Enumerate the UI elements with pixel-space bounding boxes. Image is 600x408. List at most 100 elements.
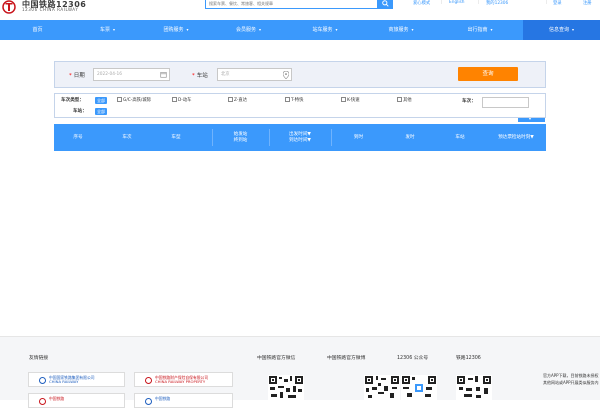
- site-search-button[interactable]: [378, 0, 393, 9]
- column-header: 车站: [455, 134, 465, 140]
- nav-label: 商旅服务: [388, 27, 409, 33]
- nav-item-info[interactable]: 信息查询 ▾: [523, 20, 600, 40]
- qr-code-icon: [268, 375, 304, 400]
- register-link[interactable]: 注册: [583, 0, 592, 6]
- friend-links-title: 友情链接: [29, 356, 49, 361]
- checkbox[interactable]: [285, 97, 290, 102]
- partner-logo-icon: [145, 398, 152, 405]
- qr-code-icon: [401, 375, 437, 400]
- train-type-label: 车次类型：: [61, 98, 84, 103]
- column-header-sortable[interactable]: 出发时间▼ 到达时间▼: [269, 124, 331, 151]
- checkbox[interactable]: [117, 97, 122, 102]
- chevron-down-icon: ▾: [411, 27, 414, 32]
- chevron-down-icon: ▾: [113, 27, 116, 32]
- chevron-down-icon: ▾: [335, 27, 338, 32]
- site-search-box: [205, 0, 378, 9]
- nav-label: 车票: [99, 27, 110, 33]
- train-type-option[interactable]: T-特快: [285, 97, 303, 103]
- partner-logo-icon: [145, 377, 152, 384]
- date-label-text: 日期: [73, 73, 85, 79]
- chevron-down-icon: ▾: [490, 27, 493, 32]
- column-header: 到时: [353, 134, 364, 140]
- chevron-down-icon: ▾: [572, 27, 575, 32]
- station-all-button[interactable]: 全部: [95, 108, 107, 115]
- nav-item-group[interactable]: 团购服务 ▾: [140, 20, 212, 40]
- train-type-option[interactable]: 其他: [397, 97, 412, 103]
- station-placeholder: 北京: [221, 72, 230, 77]
- partner-link[interactable]: 中国国家铁路集团有限公司 CHINA RAILWAY: [28, 372, 125, 387]
- qr-code-icon: [456, 375, 492, 400]
- care-mode-link[interactable]: 爱心模式: [413, 0, 430, 6]
- partner-logo-icon: [39, 398, 46, 405]
- my-12306-link[interactable]: 我的12306: [486, 0, 508, 6]
- chevron-down-icon: ▾: [186, 27, 189, 32]
- train-no-label: 车次：: [462, 99, 476, 104]
- chevron-down-icon: ▾: [529, 116, 532, 121]
- nav-item-tickets[interactable]: 车票 ▾: [75, 20, 140, 40]
- station-label-text: 车站: [196, 73, 208, 79]
- date-input[interactable]: 2022-04-16: [93, 68, 170, 81]
- logo-subtitle: 12306 CHINA RAILWAY: [22, 7, 79, 12]
- checkbox[interactable]: [341, 97, 346, 102]
- nav-label: 站车服务: [312, 27, 333, 33]
- column-header: 发时: [405, 134, 415, 140]
- train-type-option[interactable]: Z-直达: [228, 97, 247, 103]
- qr-title: 中国铁路官方微博: [327, 356, 366, 361]
- checkbox[interactable]: [228, 97, 233, 102]
- station-label: * 车站: [192, 73, 208, 79]
- train-type-option[interactable]: G/C-高铁/城际: [117, 97, 151, 103]
- nav-label: 信息查询: [548, 27, 569, 33]
- column-header-sortable[interactable]: 预达票检站时刻▼: [486, 124, 546, 151]
- calendar-icon[interactable]: [160, 71, 167, 78]
- results-table-header: 序号 车次 车型 始发站 终到站 出发时间▼ 到达时间▼ 到时 发时 车站 预达…: [54, 124, 546, 151]
- location-pin-icon: [283, 71, 289, 79]
- date-label: * 日期: [69, 73, 85, 79]
- nav-item-home[interactable]: 首页: [0, 20, 75, 40]
- train-type-option[interactable]: K-快速: [341, 97, 360, 103]
- top-header: 中国铁路12306 12306 CHINA RAILWAY 爱心模式 | Eng…: [0, 0, 600, 20]
- nav-item-member[interactable]: 会员服务 ▾: [212, 20, 285, 40]
- nav-item-business[interactable]: 商旅服务 ▾: [365, 20, 437, 40]
- column-header: 车次: [122, 134, 132, 140]
- checkbox[interactable]: [397, 97, 402, 102]
- column-header: 序号: [73, 134, 83, 140]
- divider: |: [478, 0, 480, 5]
- partner-link[interactable]: 中国铁路: [28, 393, 125, 408]
- language-link[interactable]: English: [449, 0, 465, 5]
- partner-link[interactable]: 中国铁路: [134, 393, 233, 408]
- partner-name: 中国铁路: [49, 396, 65, 401]
- qr-title: 中国铁路官方微信: [257, 356, 296, 361]
- search-icon: [382, 0, 389, 7]
- filter-collapse-toggle[interactable]: ▾: [518, 116, 545, 122]
- train-type-option[interactable]: D-动车: [172, 97, 191, 103]
- date-value: 2022-04-16: [97, 72, 122, 77]
- partner-name: 中国铁路财产保险自保有限公司 CHINA RAILWAY PROPERTY: [155, 375, 209, 384]
- qr-title: 12306 公众号: [397, 356, 429, 361]
- checkbox[interactable]: [172, 97, 177, 102]
- nav-item-guide[interactable]: 出行指南 ▾: [437, 20, 523, 40]
- station-filter-label: 车站：: [73, 109, 87, 114]
- railway-logo-icon[interactable]: [2, 0, 16, 14]
- query-submit-button[interactable]: 查询: [458, 67, 518, 81]
- train-no-input[interactable]: [482, 97, 529, 108]
- divider: |: [441, 0, 443, 5]
- partner-name: 中国国家铁路集团有限公司 CHINA RAILWAY: [49, 375, 95, 384]
- partner-name: 中国铁路: [155, 396, 171, 401]
- partner-logo-icon: [39, 377, 46, 384]
- station-input[interactable]: 北京: [217, 68, 292, 81]
- qr-title: 铁路12306: [456, 356, 481, 361]
- divider: |: [546, 0, 548, 5]
- column-header: 车型: [171, 134, 181, 140]
- nav-label: 会员服务: [235, 27, 256, 33]
- main-nav: 首页 车票 ▾ 团购服务 ▾ 会员服务 ▾ 站车服务 ▾ 商旅服务 ▾ 出行指南 ▾ 信息查…: [0, 20, 600, 40]
- nav-label: 首页: [32, 27, 43, 33]
- qr-code-icon: [364, 375, 400, 400]
- partner-link[interactable]: 中国铁路财产保险自保有限公司 CHINA RAILWAY PROPERTY: [134, 372, 233, 387]
- nav-label: 出行指南: [467, 27, 488, 33]
- login-link[interactable]: 登录: [553, 0, 562, 6]
- site-search-input[interactable]: [206, 0, 377, 8]
- column-header: 始发站 终到站: [233, 131, 248, 143]
- train-type-all-button[interactable]: 全部: [95, 97, 107, 104]
- app-download-text: 官方APP下载，目前铁路未授权其他网站或APP开展类似服务内: [543, 373, 599, 385]
- nav-item-station[interactable]: 站车服务 ▾: [285, 20, 365, 40]
